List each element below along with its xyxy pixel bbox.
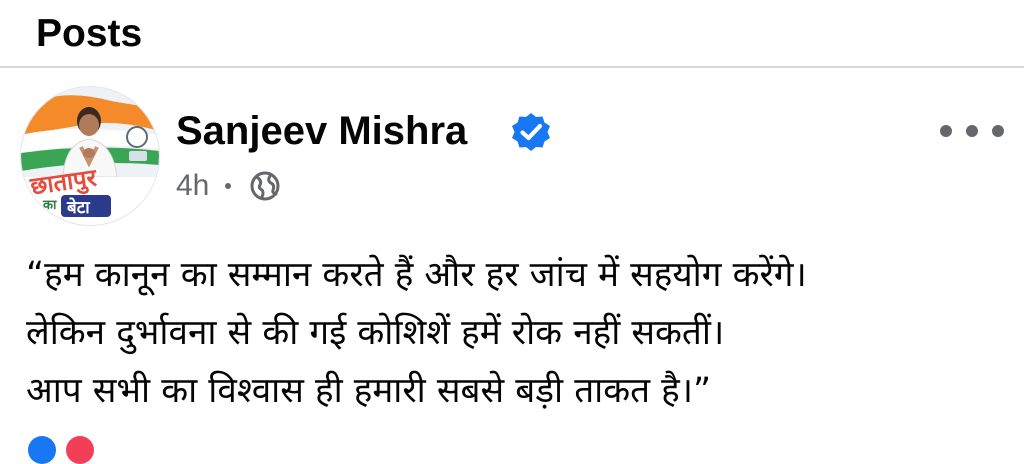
avatar-sub-text: का <box>42 198 57 213</box>
section-title: Posts <box>36 12 143 55</box>
verified-badge-icon <box>512 113 550 151</box>
more-dot-3 <box>992 125 1004 137</box>
post-text-line: आप सभी का विश्वास ही हमारी सबसे बड़ी ताक… <box>26 371 712 411</box>
avatar-image: छातापुर का बेटा <box>21 87 159 225</box>
love-reaction-icon <box>66 436 94 464</box>
more-dot-1 <box>940 125 952 137</box>
author-name[interactable]: Sanjeev Mishra <box>176 106 467 156</box>
avatar-bottom-text: बेटा <box>66 197 90 218</box>
meta-separator-dot <box>225 183 232 189</box>
like-reaction-icon <box>28 436 56 464</box>
post-meta: 4h <box>176 166 281 206</box>
more-options-button[interactable] <box>940 116 1004 146</box>
more-dot-2 <box>966 125 978 137</box>
post-text-line: लेकिन दुर्भावना से की गई कोशिशें हमें रो… <box>26 313 725 353</box>
globe-icon[interactable] <box>249 170 281 202</box>
post-card: छातापुर का बेटा Sanjeev Mishra 4h “हम का… <box>0 68 1024 442</box>
post-timestamp[interactable]: 4h <box>176 169 209 203</box>
author-avatar[interactable]: छातापुर का बेटा <box>20 86 160 226</box>
post-body: “हम कानून का सम्मान करते हैं और हर जांच … <box>26 246 1006 420</box>
post-text-line: “हम कानून का सम्मान करते हैं और हर जांच … <box>26 255 807 295</box>
